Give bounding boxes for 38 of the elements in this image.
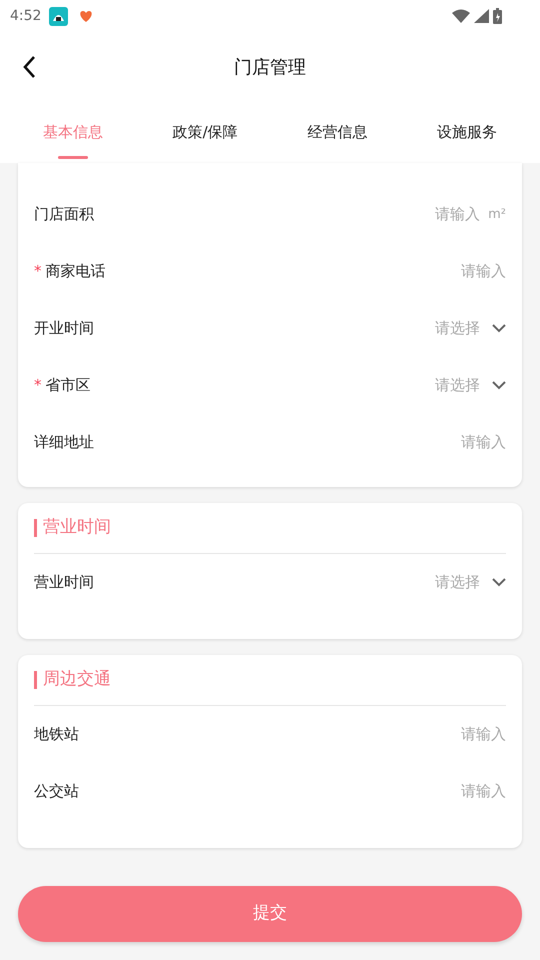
select-field[interactable]: 请选择 bbox=[435, 571, 506, 594]
field-label: 营业时间 bbox=[34, 572, 94, 594]
tab[interactable]: 经营信息 bbox=[299, 102, 376, 163]
status-time: 4:52 bbox=[10, 6, 42, 26]
field-label: 门店面积 bbox=[34, 204, 94, 226]
section-title: 周边交通 bbox=[43, 668, 111, 692]
tab[interactable]: 基本信息 bbox=[34, 102, 111, 163]
required-asterisk: * bbox=[34, 375, 42, 396]
field-label: 详细地址 bbox=[34, 432, 94, 454]
section-title: 营业时间 bbox=[43, 516, 111, 540]
submit-button[interactable]: 提交 bbox=[18, 886, 522, 942]
tab[interactable]: 政策/保障 bbox=[164, 102, 246, 163]
input-field[interactable]: 请输入 bbox=[386, 431, 506, 454]
section-marker bbox=[34, 519, 37, 537]
unit-label: m² bbox=[488, 206, 506, 224]
field-label: 地铁站 bbox=[34, 724, 79, 746]
wifi-icon bbox=[452, 9, 470, 23]
required-asterisk: * bbox=[34, 261, 42, 282]
field-label: 商家电话 bbox=[46, 261, 106, 282]
chevron-down-icon bbox=[492, 578, 506, 587]
chevron-down-icon bbox=[492, 381, 506, 390]
chevron-down-icon bbox=[492, 324, 506, 333]
field-label: 开业时间 bbox=[34, 318, 94, 340]
page-title: 门店管理 bbox=[234, 56, 306, 80]
select-field[interactable]: 请选择 bbox=[435, 317, 506, 340]
field-label: 省市区 bbox=[46, 375, 90, 396]
input-field[interactable]: 请输入 bbox=[360, 203, 480, 226]
input-field[interactable]: 请输入 bbox=[386, 723, 506, 746]
tab[interactable]: 设施服务 bbox=[429, 102, 506, 163]
section-marker bbox=[34, 671, 37, 689]
select-field[interactable]: 请选择 bbox=[435, 374, 506, 397]
field-label: 公交站 bbox=[34, 781, 79, 802]
signal-icon bbox=[474, 9, 489, 23]
tab-indicator bbox=[58, 156, 88, 159]
input-field[interactable]: 请输入 bbox=[386, 260, 506, 283]
battery-icon bbox=[493, 8, 502, 24]
app-notification-icon bbox=[49, 6, 68, 26]
input-field[interactable]: 请输入 bbox=[386, 780, 506, 803]
